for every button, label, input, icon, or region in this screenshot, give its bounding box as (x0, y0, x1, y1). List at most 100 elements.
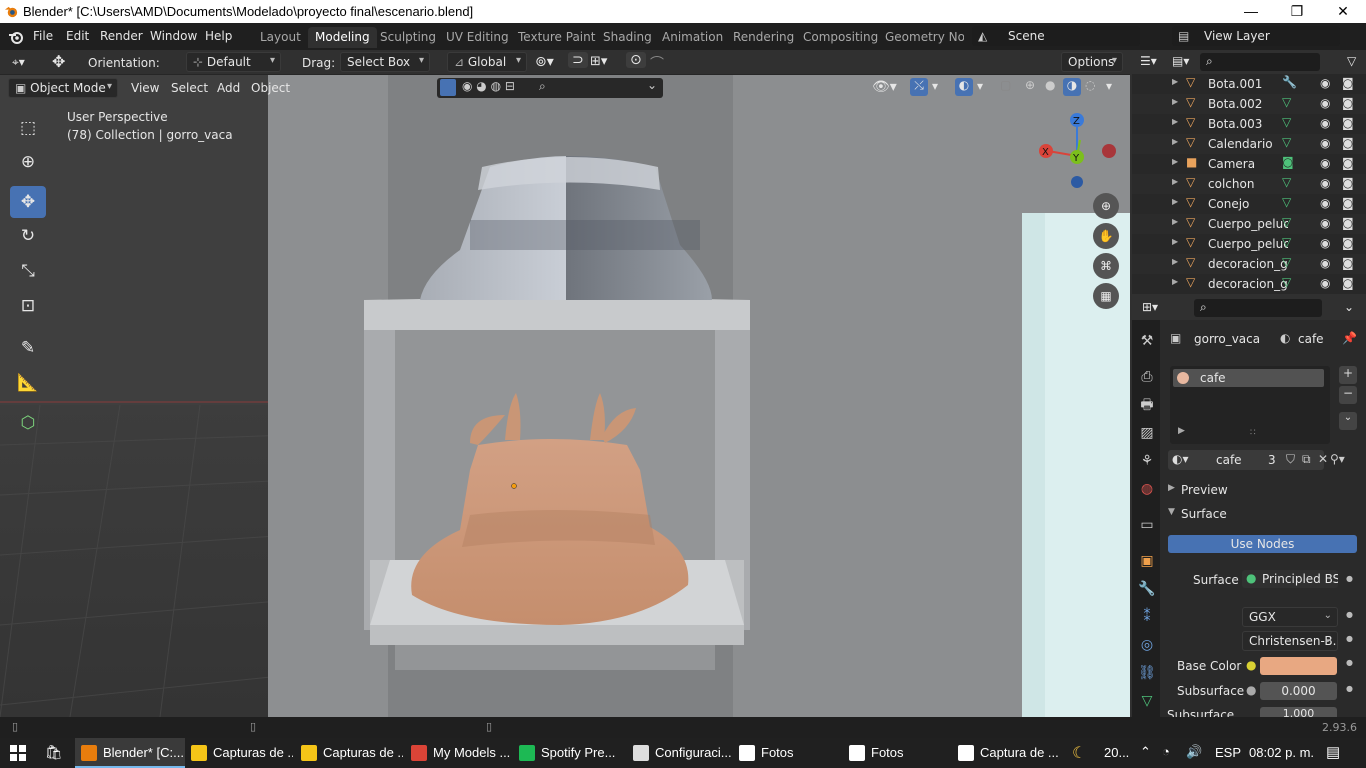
overlays-icon[interactable]: ◐ (955, 78, 973, 96)
transform-orientation-dropdown[interactable]: ⊿ Global ▾ (447, 52, 527, 72)
base-color-swatch[interactable] (1260, 657, 1337, 675)
outliner-item[interactable]: ▶▽decoracion_gato▽◉◙ (1132, 254, 1366, 274)
expand-arrow-icon[interactable]: ▶ (1172, 157, 1178, 166)
tab-modeling[interactable]: Modeling (308, 27, 377, 48)
3d-viewport[interactable]: ▣ Object Mode ▾ View Select Add Object ◉ … (0, 75, 1130, 717)
material-preview-icon[interactable]: ◑ (1063, 78, 1081, 96)
wireframe-shading-icon[interactable]: ⊕ (1025, 78, 1035, 92)
physics-tab-icon[interactable]: ◎ (1136, 634, 1158, 656)
fake-user-icon[interactable]: ⛉ (1286, 452, 1295, 467)
material-datablock[interactable]: ◐▾ cafe 3 ⛉ ⧉ ✕ (1168, 450, 1328, 470)
outliner-item[interactable]: ▶▽decoracion_gato.(▽◉◙ (1132, 274, 1366, 294)
camera-icon[interactable]: ◙ (1282, 155, 1294, 169)
node-tree-icon[interactable]: ⚲▾ (1330, 452, 1345, 466)
taskbar-app[interactable]: Fotos (843, 738, 949, 768)
view-layer-tab-icon[interactable]: ▨ (1136, 422, 1158, 444)
tool-tab-icon[interactable]: ⚒ (1136, 330, 1158, 352)
navigation-gizmo[interactable]: Z X Y (1035, 110, 1125, 200)
chevron-down-icon[interactable]: ⌄ (1344, 300, 1354, 314)
expand-arrow-icon[interactable]: ▶ (1172, 97, 1178, 106)
tab-uv-editing[interactable]: UV Editing (439, 27, 516, 48)
keyframe-dot-icon[interactable]: ● (1346, 574, 1353, 583)
move-tool-button[interactable]: ✥ (10, 186, 46, 218)
outliner-editor-type-icon[interactable]: ☰▾ (1140, 54, 1157, 68)
show-hidden-icons[interactable]: ⌃ (1140, 744, 1151, 760)
keyframe-dot-icon[interactable]: ● (1346, 684, 1353, 693)
blender-menu-icon[interactable] (8, 29, 24, 45)
proportional-falloff-icon[interactable]: ⌒ (650, 53, 664, 73)
chevron-down-icon[interactable]: ⌄ (647, 78, 657, 92)
expand-arrow-icon[interactable]: ▶ (1172, 197, 1178, 206)
slot-specials-icon[interactable]: ⌄ (1339, 412, 1357, 430)
material-slot-item[interactable]: cafe (1173, 369, 1324, 387)
menu-window[interactable]: Window (150, 29, 197, 43)
chevron-down-icon[interactable]: ▾ (932, 79, 938, 93)
world-tab-icon[interactable]: ◍ (1136, 478, 1158, 500)
render-camera-icon[interactable]: ◙ (1342, 276, 1354, 290)
render-camera-icon[interactable]: ◙ (1342, 136, 1354, 150)
render-camera-icon[interactable]: ◙ (1342, 76, 1354, 90)
windows-start-icon[interactable] (10, 745, 26, 761)
snap-icon[interactable]: ⊃ (568, 52, 588, 68)
expand-arrow-icon[interactable]: ▶ (1172, 77, 1178, 86)
mesh-data-tab-icon[interactable]: ▽ (1136, 690, 1158, 712)
rotate-tool-icon[interactable]: ↻ (10, 220, 46, 252)
options-dropdown[interactable]: Options ▾ (1061, 52, 1123, 72)
gizmo-neg-x-axis[interactable] (1102, 144, 1116, 158)
scene-tab-icon[interactable]: ⚘ (1136, 450, 1158, 472)
filter-mesh-icon[interactable] (440, 79, 456, 96)
menu-file[interactable]: File (33, 29, 53, 43)
mesh-icon[interactable]: ▽ (1282, 195, 1291, 209)
outliner-item[interactable]: ▶ ■ Camera ◙ ◉ ◙ (1132, 154, 1366, 174)
eye-icon[interactable]: ◉ (1320, 136, 1330, 150)
use-nodes-button[interactable]: Use Nodes (1168, 535, 1357, 553)
modifier-tab-icon[interactable]: 🔧 (1136, 578, 1158, 600)
transform-tool-icon[interactable]: ⊡ (10, 290, 46, 322)
expand-arrow-icon[interactable]: ▶ (1172, 177, 1178, 186)
taskbar-app[interactable]: Fotos (733, 738, 839, 768)
unlink-icon[interactable]: ✕ (1318, 452, 1328, 466)
subsurface-field[interactable]: 0.000 (1260, 682, 1337, 700)
particles-tab-icon[interactable]: ⁑ (1136, 606, 1158, 628)
outliner-item[interactable]: ▶ ▽ Calendario ▽ ◉ ◙ (1132, 134, 1366, 154)
properties-search-input[interactable]: ⌕ (1194, 299, 1322, 317)
cursor-tool-icon[interactable]: ⊕ (10, 146, 46, 178)
subsurface-method-dropdown[interactable]: Christensen-B... ⌄ (1242, 631, 1338, 651)
render-camera-icon[interactable]: ◙ (1342, 156, 1354, 170)
pin-icon[interactable]: 📌 (1342, 331, 1357, 345)
eye-icon[interactable]: ◉ (1320, 236, 1330, 250)
gizmo-neg-z-axis[interactable] (1071, 176, 1083, 188)
eye-icon[interactable]: ◉ (1320, 276, 1330, 290)
scale-tool-icon[interactable]: ⤡ (10, 255, 46, 287)
subsurface-radius-field[interactable]: 1.000 (1260, 707, 1337, 717)
outliner-search-input[interactable]: ⌕ (1200, 53, 1320, 71)
minimize-button[interactable]: — (1228, 0, 1274, 23)
browse-material-icon[interactable]: ◐▾ (1172, 452, 1189, 466)
add-cube-tool-icon[interactable]: ⬡ (10, 407, 46, 439)
close-window-button[interactable]: ✕ (1320, 0, 1366, 23)
rendered-shading-icon[interactable]: ◌ (1085, 78, 1095, 92)
visibility-icon[interactable]: 👁▾ (872, 79, 897, 95)
chevron-down-icon[interactable]: ▾ (1106, 79, 1112, 93)
menu-select[interactable]: Select (171, 81, 208, 95)
render-tab-icon[interactable]: ⎙ (1136, 366, 1158, 388)
outliner-item[interactable]: ▶ ▽ Bota.003 ▽ ◉ ◙ (1132, 114, 1366, 134)
search-icon[interactable]: ⌕ (539, 79, 546, 94)
render-camera-icon[interactable]: ◙ (1342, 96, 1354, 110)
mesh-icon[interactable]: ▽ (1282, 175, 1291, 189)
collection-tab-icon[interactable]: ▭ (1136, 514, 1158, 536)
outliner-item[interactable]: ▶▽Cuerpo_pelucheZ▽◉◙ (1132, 234, 1366, 254)
weather-temp[interactable]: 20... (1104, 745, 1129, 760)
tab-geometry-nodes[interactable]: Geometry Node (878, 27, 964, 48)
scene-selector[interactable]: ◭ Scene (972, 26, 1140, 46)
distribution-dropdown[interactable]: GGX ⌄ (1242, 607, 1338, 627)
render-camera-icon[interactable]: ◙ (1342, 216, 1354, 230)
object-tab-icon[interactable]: ▣ (1136, 550, 1158, 572)
outliner-item[interactable]: ▶ ▽ Conejo ▽ ◉ ◙ (1132, 194, 1366, 214)
language-indicator[interactable]: ESP (1215, 745, 1241, 760)
expand-arrow-icon[interactable]: ▶ (1172, 257, 1178, 266)
output-tab-icon[interactable]: 🖶 (1136, 394, 1158, 416)
taskbar-app[interactable]: Captura de ... (952, 738, 1060, 768)
expand-arrow-icon[interactable]: ▶ (1172, 117, 1178, 126)
orientation-dropdown[interactable]: ⊹ Default ▾ (186, 52, 281, 72)
